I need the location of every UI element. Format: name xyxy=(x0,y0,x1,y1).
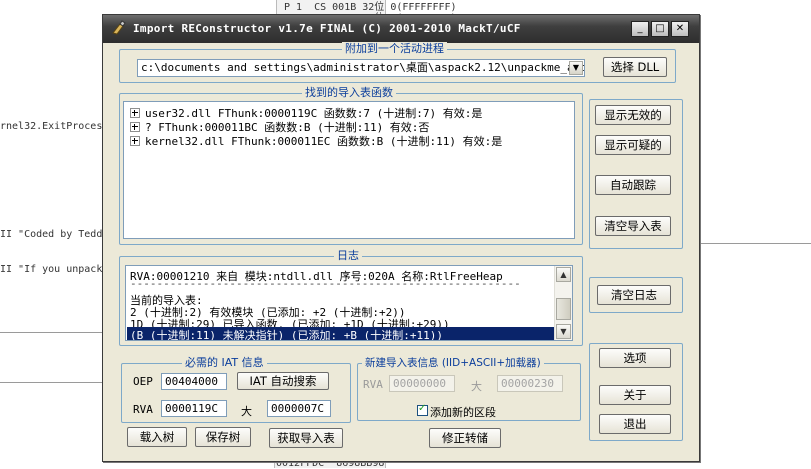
options-button[interactable]: 选项 xyxy=(599,348,671,368)
exit-button[interactable]: 退出 xyxy=(599,414,671,434)
new-size-label: 大 xyxy=(471,380,482,393)
process-path: c:\documents and settings\administrator\… xyxy=(141,61,585,74)
size-input[interactable]: 0000007C xyxy=(267,400,331,417)
add-section-label[interactable]: 添加新的区段 xyxy=(430,404,496,420)
new-size-input[interactable]: 00000230 xyxy=(497,375,563,392)
clear-log-button[interactable]: 清空日志 xyxy=(597,285,671,305)
maximize-button[interactable]: □ xyxy=(651,21,669,37)
get-imports-button[interactable]: 获取导入表 xyxy=(269,428,343,448)
background-divider xyxy=(699,243,811,244)
log-scrollbar[interactable]: ▲ ▼ xyxy=(554,266,572,340)
close-button[interactable]: ✕ xyxy=(671,21,689,37)
process-combobox[interactable]: c:\documents and settings\administrator\… xyxy=(137,59,585,77)
background-disasm-text: II "Coded by Teddy xyxy=(0,229,109,240)
expand-icon[interactable] xyxy=(130,108,140,118)
background-disasm-text: II "If you unpack xyxy=(0,264,103,275)
oep-label: OEP xyxy=(133,375,153,388)
background-divider xyxy=(0,382,102,383)
expand-icon[interactable] xyxy=(130,122,140,132)
imports-tree[interactable]: user32.dll FThunk:0000119C 函数数:7 (十进制:7)… xyxy=(123,101,575,239)
rva-input[interactable]: 0000119C xyxy=(161,400,227,417)
oep-input[interactable]: 00404000 xyxy=(161,373,227,390)
iat-autosearch-button[interactable]: IAT 自动搜索 xyxy=(237,372,329,390)
app-icon xyxy=(112,20,126,35)
imports-title: 找到的导入表函数 xyxy=(302,86,396,100)
auto-trace-button[interactable]: 自动跟踪 xyxy=(595,175,671,195)
scroll-thumb[interactable] xyxy=(556,298,571,320)
fix-dump-button[interactable]: 修正转储 xyxy=(429,428,501,448)
show-invalid-button[interactable]: 显示无效的 xyxy=(595,105,671,125)
show-suspect-button[interactable]: 显示可疑的 xyxy=(595,135,671,155)
title-bar[interactable]: Import REConstructor v1.7e FINAL (C) 200… xyxy=(103,15,699,43)
tree-item[interactable]: kernel32.dll FThunk:000011EC 函数数:B (十进制:… xyxy=(130,133,502,149)
size-label: 大 xyxy=(241,405,252,418)
import-reconstructor-window: Import REConstructor v1.7e FINAL (C) 200… xyxy=(102,14,700,462)
clear-imports-button[interactable]: 清空导入表 xyxy=(595,216,671,236)
new-import-info-title: 新建导入表信息 (IID+ASCII+加载器) xyxy=(362,356,544,370)
expand-icon[interactable] xyxy=(130,136,140,146)
log-line-selected[interactable]: (B (十进制:11) 未解决指针) (已添加: +B (十进制:+11)) xyxy=(127,327,554,340)
log-line: ----------------------------------------… xyxy=(130,277,521,290)
save-tree-button[interactable]: 保存树 xyxy=(195,427,251,447)
iat-info-title: 必需的 IAT 信息 xyxy=(182,356,267,370)
about-button[interactable]: 关于 xyxy=(599,385,671,405)
new-rva-label: RVA xyxy=(363,378,383,391)
chevron-down-icon[interactable]: ▼ xyxy=(569,61,583,75)
add-section-checkbox[interactable] xyxy=(417,403,428,416)
new-rva-input[interactable]: 00000000 xyxy=(389,375,455,392)
background-divider xyxy=(0,332,102,333)
load-tree-button[interactable]: 载入树 xyxy=(127,427,187,447)
scroll-up-icon[interactable]: ▲ xyxy=(556,267,571,282)
select-dll-button[interactable]: 选择 DLL xyxy=(603,57,667,77)
window-title: Import REConstructor v1.7e FINAL (C) 200… xyxy=(133,22,521,35)
minimize-button[interactable]: _ xyxy=(631,21,649,37)
scroll-down-icon[interactable]: ▼ xyxy=(556,324,571,339)
rva-label: RVA xyxy=(133,403,153,416)
attach-process-title: 附加到一个活动进程 xyxy=(342,42,447,56)
log-title: 日志 xyxy=(334,249,362,263)
log-list[interactable]: RVA:00001210 来自 模块:ntdll.dll 序号:020A 名称:… xyxy=(125,265,573,341)
background-disasm-text: rnel32.ExitProcess xyxy=(0,121,109,132)
